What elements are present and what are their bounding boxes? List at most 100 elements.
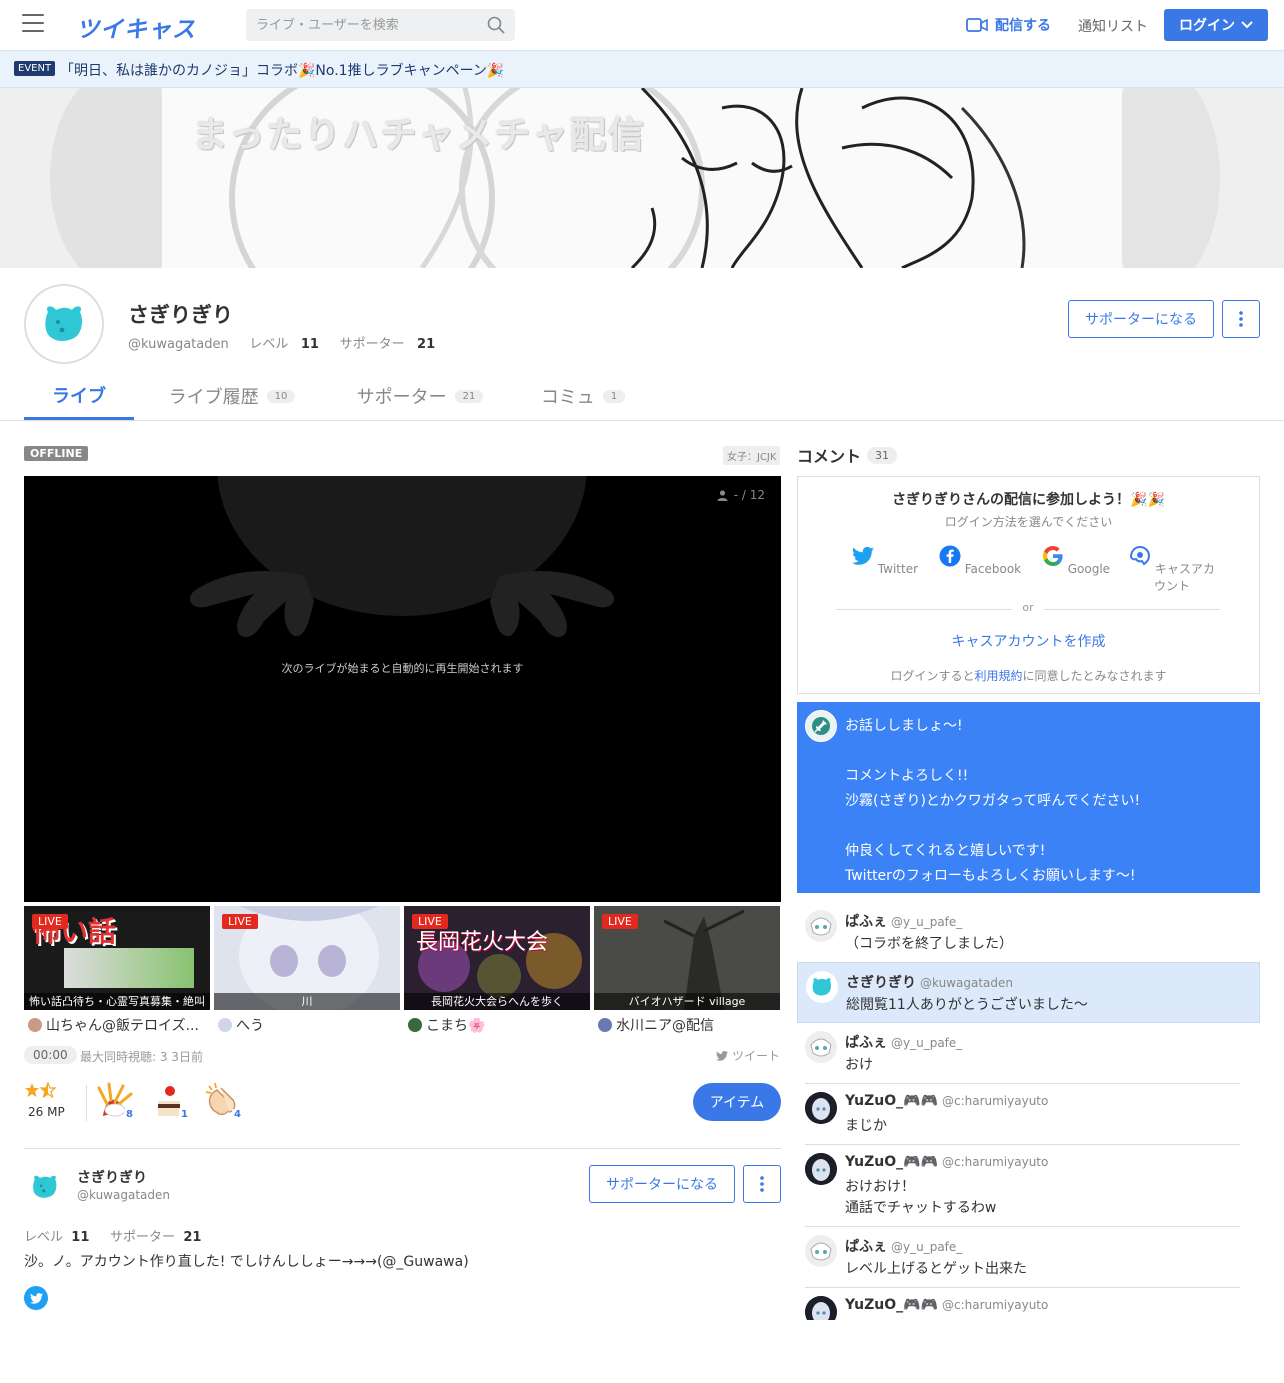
player-message: 次のライブが始まると自動的に再生開始されます <box>281 662 524 675</box>
video-player[interactable]: - / 12 次のライブが始まると自動的に再生開始されます <box>24 476 781 902</box>
live-thumb-2[interactable]: LIVE 川 <box>214 906 400 1010</box>
thumb-user-name: 山ちゃん@飯テロイズ... <box>46 1018 199 1034</box>
tab-label: コミュ <box>540 387 595 408</box>
login-button[interactable]: ログイン <box>1164 9 1268 41</box>
comment-avatar[interactable] <box>805 1092 837 1124</box>
comment-item: さぎりぎり @kuwagataden 総閲覧11人ありがとうございました〜 <box>797 962 1260 1023</box>
profile-meta: @kuwagataden レベル 11 サポーター 21 <box>128 333 435 352</box>
login-cas-account[interactable]: キャスアカウント <box>1124 545 1220 594</box>
more-options-button[interactable] <box>743 1165 781 1203</box>
terms-link[interactable]: 利用規約 <box>974 669 1022 683</box>
comment-avatar[interactable] <box>806 971 838 1003</box>
create-account-link[interactable]: キャスアカウントを作成 <box>798 631 1259 651</box>
tab-live[interactable]: ライブ <box>24 372 134 420</box>
avatar-icon <box>45 306 82 341</box>
comment-text: レベル上げるとゲット出来た <box>845 1261 1027 1277</box>
comment-handle: @kuwagataden <box>920 976 1013 990</box>
comment-handle: @y_u_pafe_ <box>891 1036 963 1050</box>
person-icon <box>717 489 728 501</box>
live-badge: LIVE <box>412 914 448 929</box>
user-avatar <box>218 1018 232 1032</box>
level-label: レベル <box>249 337 289 352</box>
comments-title: コメント <box>797 447 862 466</box>
supporter-label: サポーター <box>110 1230 176 1245</box>
event-badge: EVENT <box>14 61 56 76</box>
comment-author[interactable]: YuZuO_🎮🎮 @c:harumiyayuto <box>845 1297 1048 1313</box>
comment-avatar[interactable] <box>805 1153 837 1185</box>
thumb-user-name: へう <box>236 1018 264 1034</box>
comment-item: ぱふぇ @y_u_pafe_ おけ <box>797 1023 1260 1084</box>
category-tag[interactable]: 女子：JCJK <box>723 446 781 465</box>
comment-handle: @c:harumiyayuto <box>941 1094 1049 1108</box>
comments-count: 31 <box>867 446 898 464</box>
login-twitter[interactable]: Twitter <box>837 545 933 576</box>
tab-community[interactable]: コミュ 1 <box>528 372 638 420</box>
more-vertical-icon <box>1239 311 1243 327</box>
supporter-value: 21 <box>183 1230 202 1245</box>
search-icon[interactable] <box>487 16 505 34</box>
site-logo[interactable]: ツイキャス <box>76 10 196 44</box>
comment-avatar[interactable] <box>805 910 837 942</box>
divider <box>86 1085 87 1121</box>
broadcast-button[interactable]: 配信する <box>966 15 1051 35</box>
user-avatar <box>598 1018 612 1032</box>
comment-author[interactable]: ぱふぇ @y_u_pafe_ <box>845 1032 962 1052</box>
live-thumb-1[interactable]: LIVE 怖い話 怖い話凸待ち・心霊写真募集・絶叫 <box>24 906 210 1010</box>
comment-avatar[interactable] <box>805 1296 837 1320</box>
live-thumb-3[interactable]: LIVE 長岡花火大会 長岡花火大会らへんを歩く <box>404 906 590 1010</box>
more-options-button[interactable] <box>1222 300 1260 338</box>
item-button[interactable]: アイテム <box>693 1083 781 1121</box>
comment-handle: @c:harumiyayuto <box>941 1155 1049 1169</box>
tab-count: 1 <box>602 389 626 403</box>
bio-avatar[interactable] <box>24 1166 66 1208</box>
comment-text: まじか <box>845 1118 887 1134</box>
comment-avatar[interactable] <box>805 1031 837 1063</box>
tweet-link[interactable]: ツイート <box>716 1047 780 1064</box>
thumb-user-2[interactable]: へう <box>218 1015 404 1035</box>
more-vertical-icon <box>760 1176 764 1192</box>
comment-list: ぱふぇ @y_u_pafe_ （コラボを終了しました） さぎりぎり @kuwagat… <box>797 902 1260 1320</box>
gift-item-1[interactable]: 8 <box>95 1080 135 1120</box>
comment-author[interactable]: ぱふぇ @y_u_pafe_ <box>845 1236 962 1256</box>
comment-text: おけおけ！ 通話でチャットするわw <box>845 1179 997 1216</box>
comment-author[interactable]: YuZuO_🎮🎮 @c:harumiyayuto <box>845 1154 1048 1170</box>
search-input[interactable] <box>246 9 476 41</box>
terms-after: に同意したとみなされます <box>1022 669 1167 683</box>
broadcast-label: 配信する <box>995 18 1051 34</box>
twitter-profile-link[interactable] <box>24 1286 48 1310</box>
comment-item: ぱふぇ @y_u_pafe_ （コラボを終了しました） <box>797 902 1260 962</box>
login-facebook[interactable]: Facebook <box>932 545 1028 576</box>
bio-name[interactable]: さぎりぎり <box>77 1167 147 1187</box>
thumb-user-4[interactable]: 水川ニア@配信 <box>598 1015 784 1035</box>
comment-author[interactable]: YuZuO_🎮🎮 @c:harumiyayuto <box>845 1093 1048 1109</box>
notification-list-link[interactable]: 通知リスト <box>1078 16 1148 36</box>
thumb-user-1[interactable]: 山ちゃん@飯テロイズ... <box>28 1015 214 1035</box>
tab-count: 21 <box>454 389 484 403</box>
comment-text: おけ <box>845 1057 873 1073</box>
login-prompt-title: さぎりぎりさんの配信に参加しよう！🎉🎉 <box>892 492 1165 508</box>
gift-item-2[interactable]: 1 <box>150 1080 190 1120</box>
comment-avatar[interactable] <box>805 1235 837 1267</box>
comment-author[interactable]: さぎりぎり @kuwagataden <box>846 972 1013 992</box>
comment-handle: @c:harumiyayuto <box>941 1298 1049 1312</box>
event-text[interactable]: 「明日、私は誰かのカノジョ」コラボ🎉No.1推しラブキャンペーン🎉 <box>60 60 504 80</box>
tab-supporters[interactable]: サポーター 21 <box>340 372 500 420</box>
live-thumb-4[interactable]: LIVE バイオハザード village <box>594 906 780 1010</box>
thumb-caption: バイオハザード village <box>594 993 780 1010</box>
login-option-label: Facebook <box>964 562 1022 576</box>
become-supporter-button[interactable]: サポーターになる <box>589 1165 735 1203</box>
login-option-label: Google <box>1067 562 1111 576</box>
cas-account-icon <box>1130 545 1151 566</box>
gift-item-3[interactable]: 4 <box>203 1080 243 1120</box>
thumb-user-3[interactable]: こまち🌸 <box>408 1015 594 1035</box>
profile-avatar[interactable] <box>24 284 104 364</box>
comment-author[interactable]: ぱふぇ @y_u_pafe_ <box>845 911 962 931</box>
terms-before: ログインすると <box>890 669 975 683</box>
become-supporter-button[interactable]: サポーターになる <box>1068 300 1214 338</box>
tab-live-history[interactable]: ライブ履歴 10 <box>152 372 312 420</box>
event-bar[interactable]: EVENT 「明日、私は誰かのカノジョ」コラボ🎉No.1推しラブキャンペーン🎉 <box>0 50 1284 88</box>
banner-image: まったりハチャメチャ配信 <box>162 88 1122 268</box>
tweet-label: ツイート <box>732 1049 781 1063</box>
menu-icon[interactable] <box>22 14 44 34</box>
login-google[interactable]: Google <box>1028 545 1124 576</box>
